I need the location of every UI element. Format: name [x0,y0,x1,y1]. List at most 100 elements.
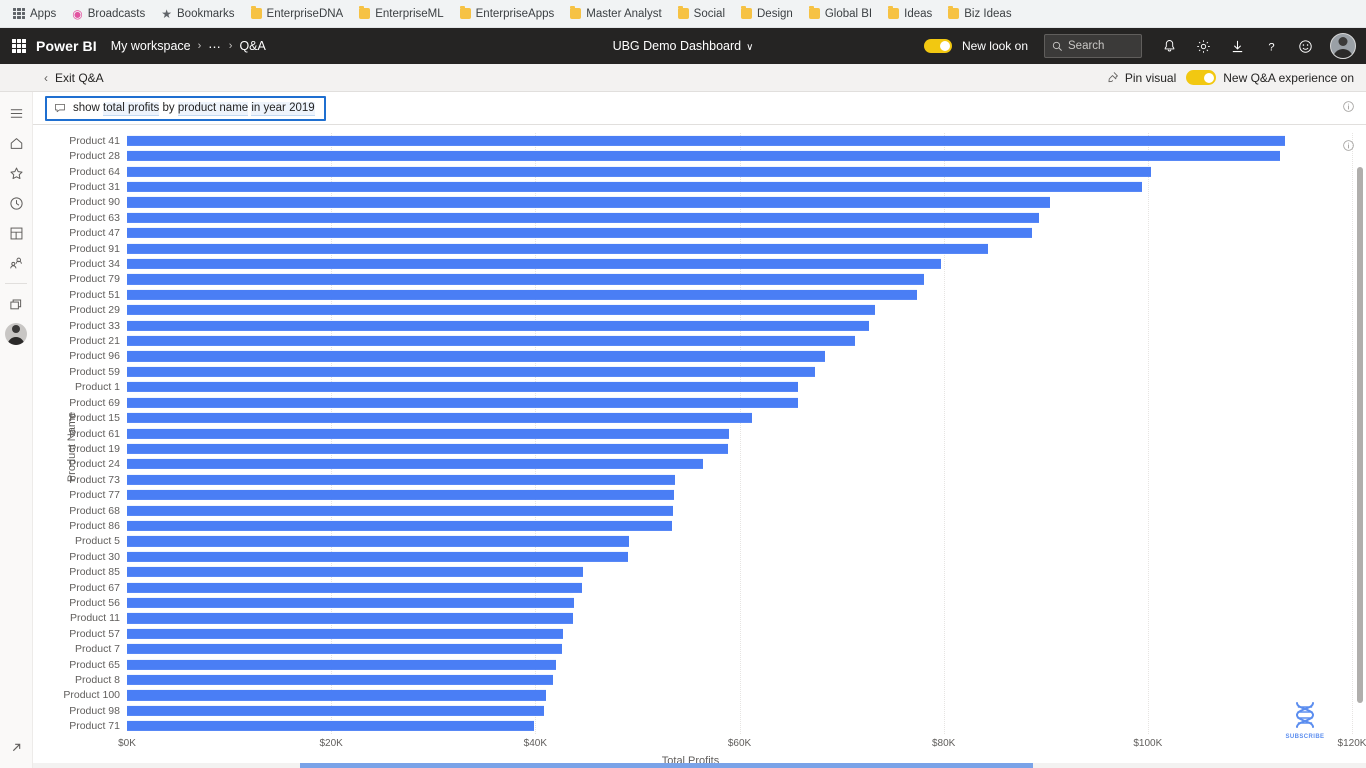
feedback-smiley-icon[interactable] [1290,31,1320,61]
pin-visual-button[interactable]: Pin visual [1106,71,1176,85]
bar[interactable] [127,382,798,393]
breadcrumb-qa[interactable]: Q&A [239,39,265,53]
bar[interactable] [127,274,925,285]
shared-with-me-icon[interactable] [1,248,31,278]
bar[interactable] [127,428,730,439]
visual-vertical-scrollbar[interactable] [1356,165,1364,748]
bookmark-master-analyst[interactable]: Master Analyst [563,5,668,23]
favorites-star-icon[interactable] [1,158,31,188]
exit-qa-button[interactable]: ‹ Exit Q&A [38,69,110,87]
category-label: Product 21 [69,335,120,348]
bookmark-apps[interactable]: Apps [6,5,63,23]
bar[interactable] [127,505,674,516]
recent-clock-icon[interactable] [1,188,31,218]
bar[interactable] [127,305,876,316]
chevron-down-icon[interactable]: ∨ [746,42,753,53]
settings-gear-icon[interactable] [1188,31,1218,61]
folder-icon [459,6,471,19]
bookmark-biz-ideas[interactable]: Biz Ideas [941,5,1018,23]
bar[interactable] [127,443,729,454]
header-search[interactable] [1044,34,1142,58]
bar[interactable] [127,212,1039,223]
bar[interactable] [127,721,535,732]
bar[interactable] [127,135,1285,146]
bookmark-enterprisedna[interactable]: EnterpriseDNA [244,5,351,23]
breadcrumb-overflow[interactable]: ⋯ [208,39,222,54]
bar[interactable] [127,289,918,300]
bar[interactable] [127,335,855,347]
qa-experience-switch[interactable] [1186,70,1217,85]
app-body: show total profits by product name in ye… [0,92,1366,768]
bar[interactable] [127,567,584,578]
bar[interactable] [127,320,870,331]
qa-question-input[interactable]: show total profits by product name in ye… [45,95,326,121]
download-icon[interactable] [1222,31,1252,61]
workspaces-icon[interactable] [1,289,31,319]
bar[interactable] [127,258,941,270]
new-look-label: New look on [961,39,1028,53]
scrollbar-thumb[interactable] [299,763,1033,768]
bar[interactable] [127,644,562,655]
bar[interactable] [127,674,553,686]
bar[interactable] [127,551,629,562]
bar[interactable] [127,536,630,547]
powerbi-brand[interactable]: Power BI [36,38,97,54]
apps-icon[interactable] [1,218,31,248]
expand-arrow-icon[interactable] [1,732,31,762]
navigation-hamburger-icon[interactable] [1,98,31,128]
scrollbar-thumb[interactable] [1357,167,1363,704]
bar[interactable] [127,166,1151,177]
bookmark-enterpriseml[interactable]: EnterpriseML [352,5,450,23]
category-label: Product 24 [69,458,120,471]
bar[interactable] [127,151,1280,162]
bar[interactable] [127,613,574,624]
bar[interactable] [127,582,583,593]
document-title-text[interactable]: UBG Demo Dashboard [613,39,742,53]
bar[interactable] [127,397,798,408]
category-label: Product 68 [69,504,120,517]
bar[interactable] [127,413,752,424]
bar[interactable] [127,197,1050,208]
new-look-toggle[interactable] [923,39,952,53]
my-workspace-avatar[interactable] [1,319,31,349]
bar[interactable] [127,243,988,254]
user-avatar[interactable] [1330,33,1356,59]
bar[interactable] [127,659,556,670]
bar[interactable] [127,690,546,701]
bar[interactable] [127,459,703,470]
app-launcher-icon[interactable] [12,39,26,53]
bookmark-design[interactable]: Design [734,5,800,23]
bar[interactable] [127,181,1142,192]
category-label: Product 67 [69,581,120,594]
bookmark-broadcasts[interactable]: ◉ Broadcasts [65,5,152,23]
bar[interactable] [127,474,676,485]
avatar [5,323,27,345]
bar[interactable] [127,628,563,639]
bookmark-enterpriseapps[interactable]: EnterpriseApps [453,5,562,23]
category-label: Product 61 [69,427,120,440]
bookmark-label: Social [693,7,725,20]
bookmark-social[interactable]: Social [671,5,732,23]
info-circle-icon-secondary[interactable] [1342,139,1355,155]
new-qa-experience-toggle[interactable]: New Q&A experience on [1186,70,1354,85]
home-icon[interactable] [1,128,31,158]
bar[interactable] [127,705,544,716]
bar[interactable] [127,366,816,377]
bookmark-bookmarks[interactable]: ★ Bookmarks [154,5,241,23]
bar[interactable] [127,351,826,362]
notifications-icon[interactable] [1154,31,1184,61]
breadcrumb-my-workspace[interactable]: My workspace [111,39,191,53]
bar[interactable] [127,520,673,532]
x-tick-label: $80K [931,738,956,749]
info-circle-icon[interactable] [1342,100,1355,116]
bar[interactable] [127,597,575,609]
bookmark-global-bi[interactable]: Global BI [802,5,879,23]
bar[interactable] [127,490,675,501]
gridline [1147,133,1149,734]
help-question-icon[interactable]: ? [1256,31,1286,61]
search-input[interactable] [1068,40,1134,52]
page-horizontal-scrollbar[interactable] [33,763,1366,768]
bar[interactable] [127,228,1033,239]
category-label: Product 34 [69,257,120,270]
bookmark-ideas[interactable]: Ideas [881,5,939,23]
